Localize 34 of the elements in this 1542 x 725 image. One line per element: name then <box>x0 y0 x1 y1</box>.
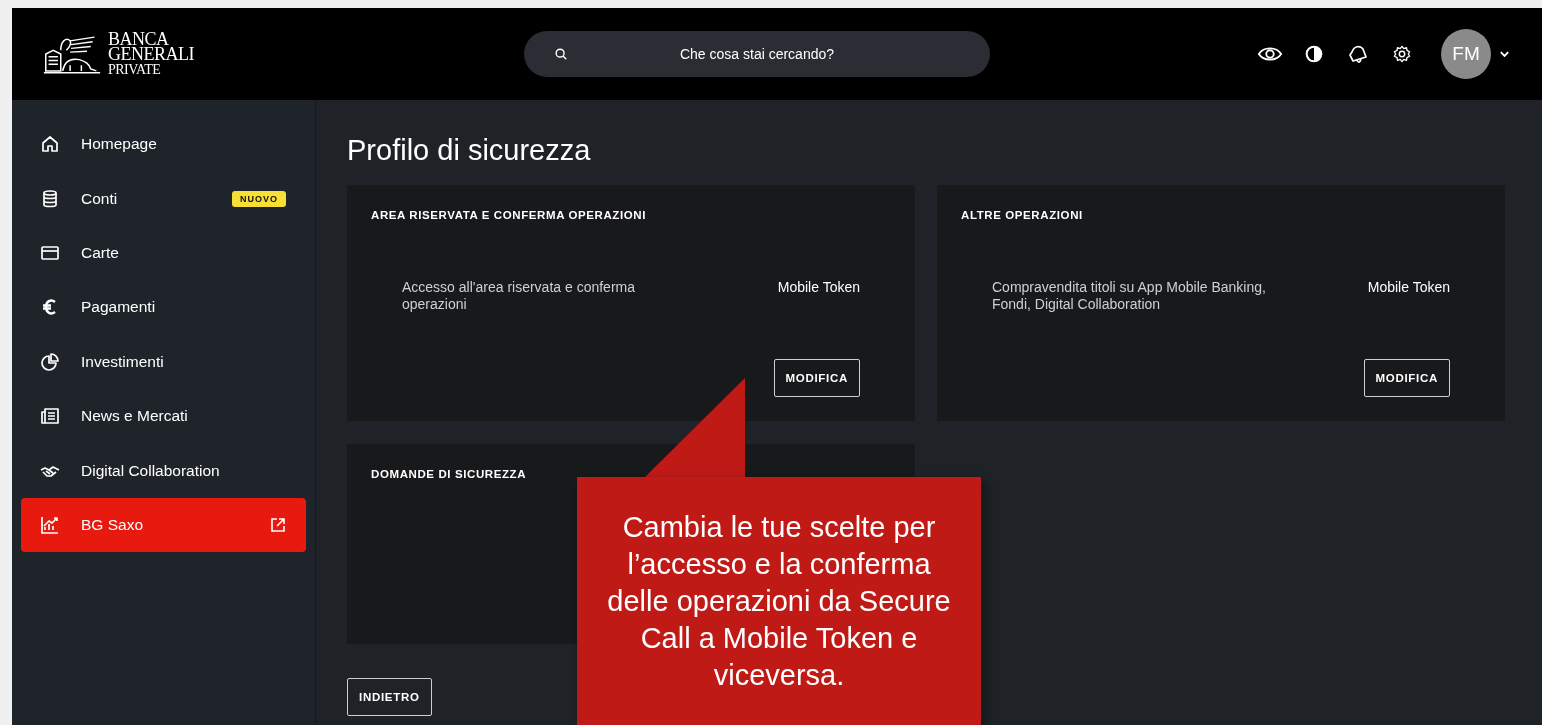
logo-text: GENERALI <box>108 46 194 62</box>
edit-button[interactable]: MODIFICA <box>773 359 860 397</box>
new-badge: NUOVO <box>232 190 286 207</box>
card-title: DOMANDE DI SICUREZZA <box>371 468 528 480</box>
sidebar-item[interactable]: Pagamenti <box>21 280 306 335</box>
sidebar-item[interactable]: Digital Collaboration <box>21 443 306 498</box>
callout-text: Cambia le tue scelte per l’accesso e la conferma delle operazioni da Secure Call a Mobile Token e viceversa. <box>607 510 951 693</box>
sidebar-item[interactable]: BG Saxo <box>21 497 306 553</box>
edit-button[interactable]: MODIFICA <box>1363 359 1450 397</box>
bar-chart-icon <box>40 514 60 535</box>
logo-text: BANCA <box>108 31 169 47</box>
setting-value: Mobile Token <box>1367 279 1450 297</box>
search-field[interactable]: Che cosa stai cercando? <box>524 31 990 77</box>
card-title: ALTRE OPERAZIONI <box>961 209 1084 221</box>
search-icon <box>554 47 568 61</box>
settings-icon[interactable] <box>1393 45 1411 63</box>
pie-chart-icon <box>40 351 60 372</box>
sidebar-item[interactable]: Homepage <box>21 117 306 172</box>
newspaper-icon <box>40 406 60 427</box>
logo-text: PRIVATE <box>108 61 162 77</box>
setting-value: Mobile Token <box>777 279 860 297</box>
contrast-icon[interactable] <box>1305 45 1323 63</box>
home-icon <box>40 134 60 155</box>
sidebar-item[interactable]: Carte <box>21 225 306 281</box>
page-title: Profilo di sicurezza <box>347 134 592 167</box>
sidebar-item[interactable]: Investimenti <box>21 334 306 389</box>
chevron-down-icon[interactable] <box>1499 50 1510 58</box>
back-button[interactable]: INDIETRO <box>347 678 432 716</box>
sidebar-item[interactable]: News e Mercati <box>21 388 306 444</box>
sidebar-item[interactable]: Conti NUOVO <box>21 171 306 226</box>
setting-description: Accesso all'area riservata e conferma operazioni <box>402 279 636 313</box>
setting-description: Compravendita titoli su App Mobile Banking, Fondi, Digital Collaboration <box>992 279 1267 313</box>
card-title: AREA RISERVATA E CONFERMA OPERAZIONI <box>371 209 648 221</box>
coin-stack-icon <box>40 188 60 209</box>
